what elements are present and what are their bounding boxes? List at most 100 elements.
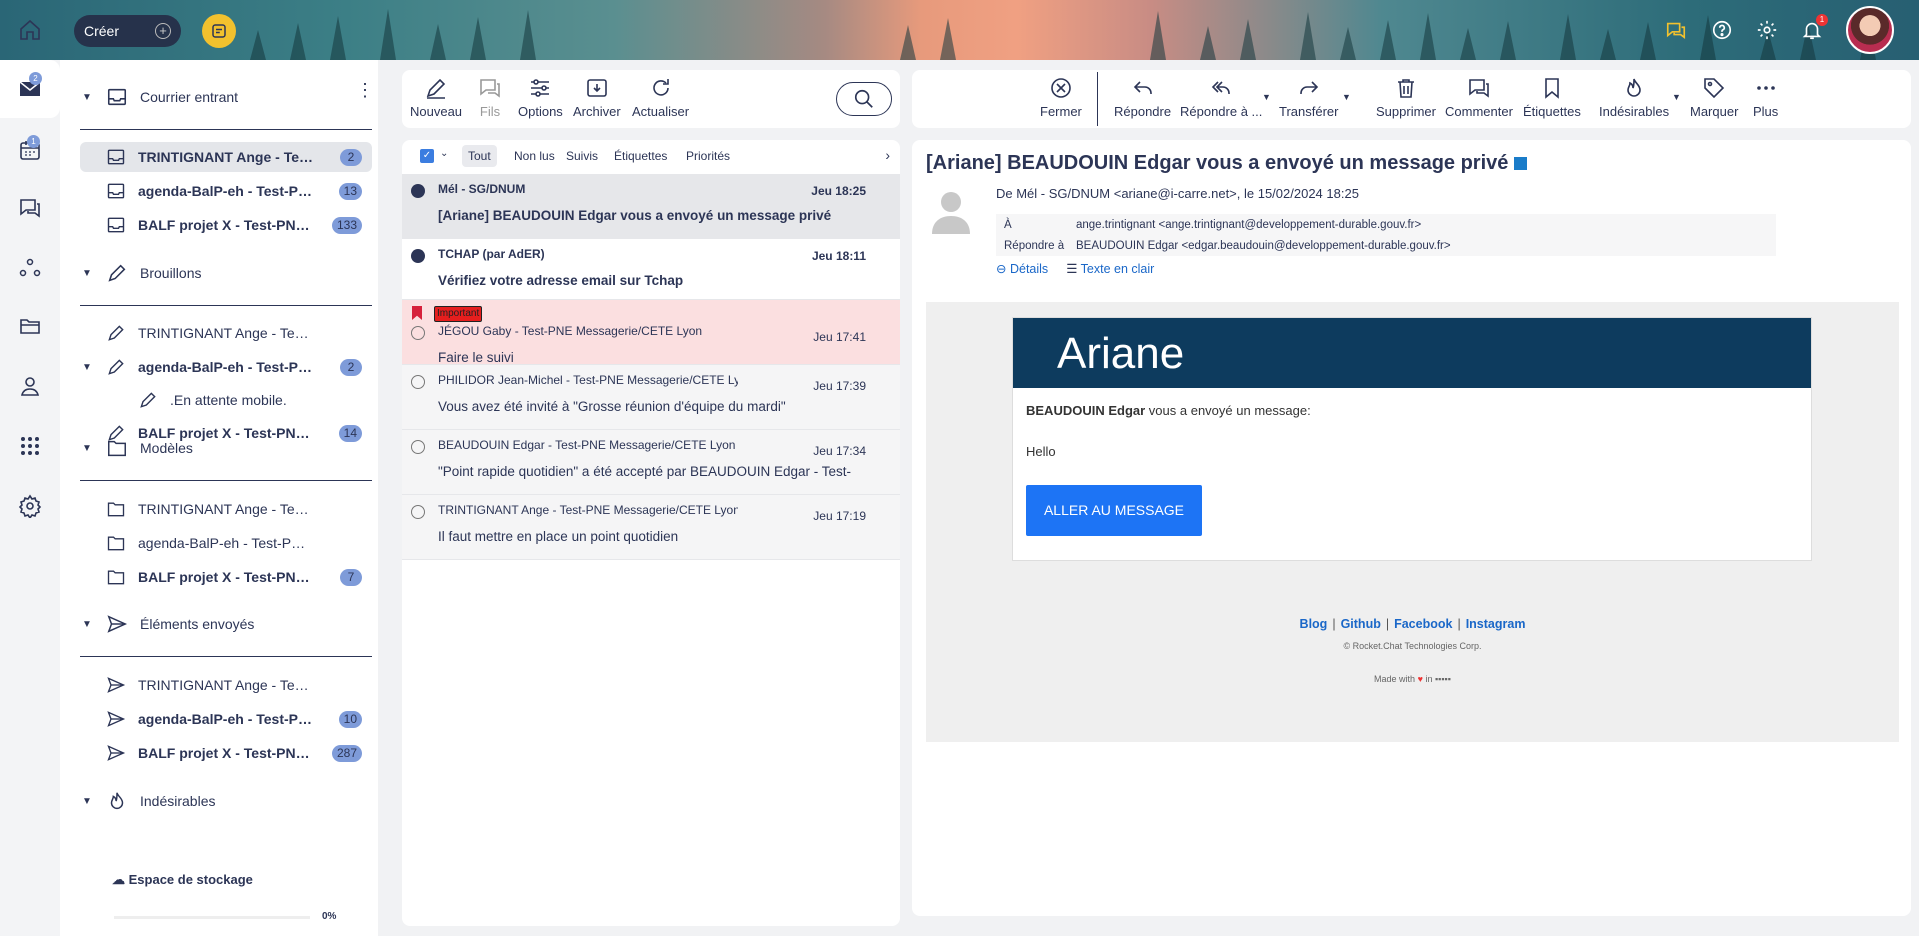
nav-calendar[interactable]: 1 — [14, 134, 46, 166]
new-button[interactable]: Nouveau — [410, 76, 462, 119]
message-subject: Vous avez été invité à "Grosse réunion d… — [438, 399, 786, 414]
folder-group-4[interactable]: ▼ Indésirables — [60, 784, 378, 818]
reply-all-label: Répondre à ... — [1180, 104, 1263, 119]
filter-labels[interactable]: Étiquettes — [608, 145, 673, 167]
filter-priorities[interactable]: Priorités — [680, 145, 736, 167]
refresh-button[interactable]: Actualiser — [632, 76, 689, 119]
folder-item[interactable]: agenda-BalP-eh - Test-PNE Messagerie/CET… — [80, 704, 372, 734]
folder-icon — [106, 437, 128, 459]
folder-group-0[interactable]: ▼ Courrier entrant ⋮ — [60, 80, 378, 114]
folder-item[interactable]: BALF projet X - Test-PNE Messagerie/CETE… — [80, 738, 372, 768]
settings-button[interactable] — [1755, 18, 1779, 42]
read-status-icon[interactable] — [411, 326, 425, 340]
chevron-down-icon[interactable]: ▼ — [82, 619, 92, 630]
message-subject: "Point rapide quotidien" a été accepté p… — [438, 464, 852, 479]
folder-group-2[interactable]: ▼ Modèles — [60, 431, 378, 465]
home-button[interactable] — [14, 14, 46, 46]
message-row[interactable]: PHILIDOR Jean-Michel - Test-PNE Messager… — [402, 365, 900, 430]
threads-button[interactable]: Fils — [478, 76, 502, 119]
message-date: Jeu 17:41 — [813, 330, 866, 344]
folder-item[interactable]: TRINTIGNANT Ange - Test-PNE Messagerie/C… — [80, 318, 372, 348]
delete-button[interactable]: Supprimer — [1376, 76, 1436, 119]
go-to-message-button[interactable]: ALLER AU MESSAGE — [1026, 485, 1202, 536]
folder-group-1[interactable]: ▼ Brouillons — [60, 256, 378, 290]
chevron-down-icon[interactable]: ▼ — [82, 92, 92, 103]
instagram-link[interactable]: Instagram — [1466, 617, 1526, 631]
notifications-button[interactable]: 1 — [1800, 14, 1828, 42]
folder-group-3[interactable]: ▼ Éléments envoyés — [60, 607, 378, 641]
kebab-menu-icon[interactable]: ⋮ — [356, 81, 374, 99]
read-status-icon[interactable] — [411, 375, 425, 389]
nav-apps[interactable] — [14, 430, 46, 462]
folder-item[interactable]: .En attente mobile. — [80, 385, 372, 415]
folder-item[interactable]: agenda-BalP-eh - Test-PNE Messagerie/CET… — [80, 528, 372, 558]
message-row[interactable]: TCHAP (par AdER) Jeu 18:11 Vérifiez votre … — [402, 239, 900, 300]
chevron-down-icon[interactable]: ⌄ — [440, 148, 448, 159]
made-in-text: in — [1425, 674, 1433, 684]
comment-button[interactable]: Commenter — [1445, 76, 1513, 119]
folder-item[interactable]: TRINTIGNANT Ange - Test-PNE Messagerie/C… — [80, 494, 372, 524]
email-copyright: © Rocket.Chat Technologies Corp. — [1343, 641, 1482, 651]
message-row[interactable]: Mél - SG/DNUM Jeu 18:25 [Ariane] BEAUDOUIN… — [402, 174, 900, 239]
reply-all-button[interactable]: Répondre à ... — [1180, 76, 1262, 119]
nav-chat[interactable] — [14, 192, 46, 224]
options-button[interactable]: Options — [518, 76, 563, 119]
reply-to-key: Répondre à — [1004, 239, 1065, 252]
nav-collaboration[interactable] — [14, 252, 46, 284]
filter-flagged[interactable]: Suivis — [560, 145, 604, 167]
nav-mail[interactable]: 2 — [0, 60, 60, 118]
person-icon — [20, 377, 40, 396]
github-link[interactable]: Github — [1341, 617, 1381, 631]
reply-to-value[interactable]: BEAUDOUIN Edgar <edgar.beaudouin@develop… — [1076, 240, 1451, 252]
nav-files[interactable] — [14, 310, 46, 342]
chat-button[interactable] — [1664, 18, 1688, 42]
chevron-down-icon[interactable]: ▼ — [82, 443, 92, 454]
notes-button[interactable] — [202, 14, 236, 48]
folder-item[interactable]: TRINTIGNANT Ange - Test-PNE Messagerie/C… — [80, 670, 372, 700]
filter-unread[interactable]: Non lus — [508, 145, 561, 167]
forward-dropdown-icon[interactable]: ▼ — [1342, 92, 1351, 102]
message-row[interactable]: TRINTIGNANT Ange - Test-PNE Messagerie/C… — [402, 495, 900, 560]
filter-all[interactable]: Tout — [462, 145, 497, 167]
blog-link[interactable]: Blog — [1300, 617, 1328, 631]
select-all-checkbox[interactable]: ✓ — [420, 149, 434, 163]
folder-item[interactable]: TRINTIGNANT Ange - Test-PNE Messagerie/C… — [80, 142, 372, 172]
details-link[interactable]: ⊖ Détails — [996, 261, 1048, 276]
archive-button[interactable]: Archiver — [573, 76, 621, 119]
read-status-icon[interactable] — [411, 184, 425, 198]
close-button[interactable]: Fermer — [1040, 76, 1082, 119]
folder-icon — [106, 567, 126, 587]
facebook-link[interactable]: Facebook — [1394, 617, 1452, 631]
search-button[interactable] — [836, 82, 892, 116]
open-external-icon[interactable] — [1514, 157, 1528, 171]
folder-item[interactable]: BALF projet X - Test-PNE Messagerie/CETE… — [80, 210, 372, 240]
reply-button[interactable]: Répondre — [1114, 76, 1171, 119]
read-status-icon[interactable] — [411, 249, 425, 263]
labels-button[interactable]: Étiquettes — [1523, 76, 1581, 119]
help-button[interactable] — [1710, 18, 1734, 42]
chevron-down-icon[interactable]: ▼ — [82, 362, 92, 373]
reply-all-dropdown-icon[interactable]: ▼ — [1262, 92, 1271, 102]
nav-contacts[interactable] — [14, 370, 46, 402]
spam-button[interactable]: Indésirables — [1599, 76, 1669, 119]
plaintext-link[interactable]: ☰ Texte en clair — [1066, 261, 1154, 276]
folder-item[interactable]: ▼ agenda-BalP-eh - Test-PNE Messagerie/CE… — [80, 352, 372, 382]
more-button[interactable]: Plus — [1753, 76, 1778, 119]
user-avatar[interactable] — [1846, 6, 1894, 54]
spam-dropdown-icon[interactable]: ▼ — [1672, 92, 1681, 102]
folder-item[interactable]: agenda-BalP-eh - Test-PNE Messagerie/CET… — [80, 176, 372, 206]
message-row[interactable]: Important JÉGOU Gaby - Test-PNE Messageri… — [402, 300, 900, 365]
nav-settings[interactable] — [14, 490, 46, 522]
chevron-down-icon[interactable]: ▼ — [82, 796, 92, 807]
to-value[interactable]: ange.trintignant <ange.trintignant@devel… — [1076, 219, 1421, 231]
message-row[interactable]: BEAUDOUIN Edgar - Test-PNE Messagerie/CE… — [402, 430, 900, 495]
forward-button[interactable]: Transférer — [1279, 76, 1338, 119]
chevron-right-icon[interactable]: › — [885, 147, 890, 163]
mark-button[interactable]: Marquer — [1690, 76, 1738, 119]
create-button[interactable]: Créer + — [74, 15, 181, 47]
folder-item[interactable]: BALF projet X - Test-PNE Messagerie/CETE… — [80, 562, 372, 592]
read-status-icon[interactable] — [411, 505, 425, 519]
read-status-icon[interactable] — [411, 440, 425, 454]
chevron-down-icon[interactable]: ▼ — [82, 268, 92, 279]
send-icon — [106, 709, 126, 729]
